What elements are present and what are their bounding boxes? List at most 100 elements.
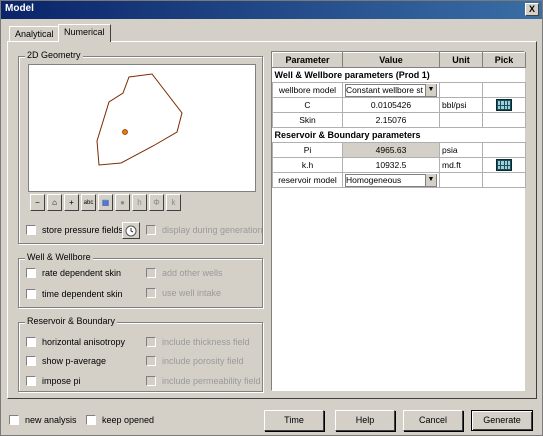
horizontal-anisotropy-checkbox[interactable]: horizontal anisotropy — [26, 337, 125, 347]
header-value[interactable]: Value — [342, 52, 440, 68]
unit-skin — [439, 112, 483, 128]
calculator-icon[interactable] — [496, 159, 512, 171]
rate-dependent-skin-label: rate dependent skin — [42, 268, 122, 278]
cancel-button[interactable]: Cancel — [403, 410, 463, 431]
time-dependent-skin-checkbox[interactable]: time dependent skin — [26, 289, 123, 299]
unit-pi: psia — [439, 142, 483, 158]
section-well-title: Well & Wellbore parameters (Prod 1) — [272, 67, 526, 83]
pick-kh — [482, 157, 526, 173]
pick-reservoir-model — [482, 172, 526, 188]
impose-pi-box[interactable] — [26, 376, 36, 386]
time-dependent-skin-box[interactable] — [26, 289, 36, 299]
include-porosity-box[interactable] — [146, 356, 156, 366]
wellbore-model-value: Constant wellbore st — [346, 85, 424, 95]
section-row-reservoir: Reservoir & Boundary parameters — [272, 127, 526, 143]
rate-dependent-skin-box[interactable] — [26, 268, 36, 278]
home-icon[interactable]: ⌂ — [47, 194, 62, 211]
k-icon[interactable]: k — [166, 194, 181, 211]
store-pressure-box[interactable] — [26, 225, 36, 235]
keep-opened-box[interactable] — [86, 415, 96, 425]
param-pi: Pi — [272, 142, 343, 158]
param-c: C — [272, 97, 343, 113]
parameter-table-panel: Parameter Value Unit Pick Well & Wellbor… — [271, 51, 526, 391]
horizontal-anisotropy-label: horizontal anisotropy — [42, 337, 126, 347]
include-permeability-checkbox[interactable]: include permeability field — [146, 376, 261, 386]
show-p-average-checkbox[interactable]: show p-average — [26, 356, 106, 366]
show-p-average-box[interactable] — [26, 356, 36, 366]
h-icon[interactable]: h — [132, 194, 147, 211]
header-pick[interactable]: Pick — [482, 52, 526, 68]
header-parameter[interactable]: Parameter — [272, 52, 343, 68]
pick-pi — [482, 142, 526, 158]
reservoir-polygon-svg — [96, 73, 183, 166]
reservoir-model-select[interactable]: Homogeneous ▼ — [345, 173, 437, 187]
use-well-intake-checkbox[interactable]: use well intake — [146, 288, 221, 298]
title-bar: Model X — [1, 1, 542, 19]
zoom-in-icon[interactable]: + — [64, 194, 79, 211]
reservoir-boundary — [96, 73, 183, 166]
generate-button[interactable]: Generate — [471, 410, 533, 431]
add-other-wells-checkbox[interactable]: add other wells — [146, 268, 223, 278]
help-button[interactable]: Help — [335, 410, 395, 431]
shape-icon[interactable]: ● — [115, 194, 130, 211]
pick-c — [482, 97, 526, 113]
table-row: reservoir model Homogeneous ▼ — [272, 172, 526, 188]
include-permeability-box[interactable] — [146, 376, 156, 386]
include-thickness-box[interactable] — [146, 337, 156, 347]
param-wellbore-model: wellbore model — [272, 82, 343, 98]
include-porosity-label: include porosity field — [162, 356, 244, 366]
chevron-down-icon[interactable]: ▼ — [425, 84, 436, 96]
clock-glyph — [125, 225, 137, 236]
impose-pi-checkbox[interactable]: impose pi — [26, 376, 81, 386]
wellbore-model-select[interactable]: Constant wellbore st ▼ — [345, 83, 437, 97]
model-dialog: Model X Analytical Numerical 2D Geometry… — [0, 0, 543, 436]
horizontal-anisotropy-box[interactable] — [26, 337, 36, 347]
include-thickness-label: include thickness field — [162, 337, 250, 347]
geometry-canvas[interactable] — [28, 64, 256, 192]
header-unit[interactable]: Unit — [439, 52, 483, 68]
display-during-box[interactable] — [146, 225, 156, 235]
time-button[interactable]: Time — [264, 410, 324, 431]
value-pi[interactable]: 4965.63 — [342, 142, 440, 158]
pick-skin — [482, 112, 526, 128]
table-row: C 0.0105426 bbl/psi — [272, 97, 526, 113]
value-skin[interactable]: 2.15076 — [342, 112, 440, 128]
use-well-intake-box[interactable] — [146, 288, 156, 298]
parameter-table: Parameter Value Unit Pick Well & Wellbor… — [272, 52, 526, 188]
tab-analytical[interactable]: Analytical — [9, 26, 60, 41]
keep-opened-checkbox[interactable]: keep opened — [86, 415, 154, 425]
tab-numerical[interactable]: Numerical — [58, 24, 111, 42]
add-other-wells-label: add other wells — [162, 268, 223, 278]
rate-dependent-skin-checkbox[interactable]: rate dependent skin — [26, 268, 121, 278]
store-pressure-checkbox[interactable]: store pressure fields — [26, 225, 123, 235]
include-porosity-checkbox[interactable]: include porosity field — [146, 356, 244, 366]
display-during-checkbox[interactable]: display during generation — [146, 225, 263, 235]
new-analysis-label: new analysis — [25, 415, 77, 425]
zoom-out-icon[interactable]: − — [30, 194, 45, 211]
add-other-wells-box[interactable] — [146, 268, 156, 278]
new-analysis-box[interactable] — [9, 415, 19, 425]
close-button[interactable]: X — [525, 3, 539, 16]
geometry-group-title: 2D Geometry — [25, 50, 83, 60]
keep-opened-label: keep opened — [102, 415, 155, 425]
include-permeability-label: include permeability field — [162, 376, 261, 386]
reservoir-group-title: Reservoir & Boundary — [25, 316, 118, 326]
unit-c: bbl/psi — [439, 97, 483, 113]
calculator-icon[interactable] — [496, 99, 512, 111]
table-row: wellbore model Constant wellbore st ▼ — [272, 82, 526, 98]
chevron-down-icon[interactable]: ▼ — [425, 174, 436, 186]
param-reservoir-model: reservoir model — [272, 172, 343, 188]
clock-icon[interactable] — [122, 222, 140, 239]
well-group: Well & Wellbore — [18, 252, 263, 308]
labels-icon[interactable]: abc — [81, 194, 96, 211]
value-kh[interactable]: 10932.5 — [342, 157, 440, 173]
new-analysis-checkbox[interactable]: new analysis — [9, 415, 77, 425]
grid-icon[interactable]: ▦ — [98, 194, 113, 211]
reservoir-model-value: Homogeneous — [346, 175, 402, 185]
value-c[interactable]: 0.0105426 — [342, 97, 440, 113]
value-reservoir-model-cell: Homogeneous ▼ — [342, 172, 440, 188]
include-thickness-checkbox[interactable]: include thickness field — [146, 337, 250, 347]
phi-icon[interactable]: Φ — [149, 194, 164, 211]
pick-wellbore-model — [482, 82, 526, 98]
unit-reservoir-model — [439, 172, 483, 188]
